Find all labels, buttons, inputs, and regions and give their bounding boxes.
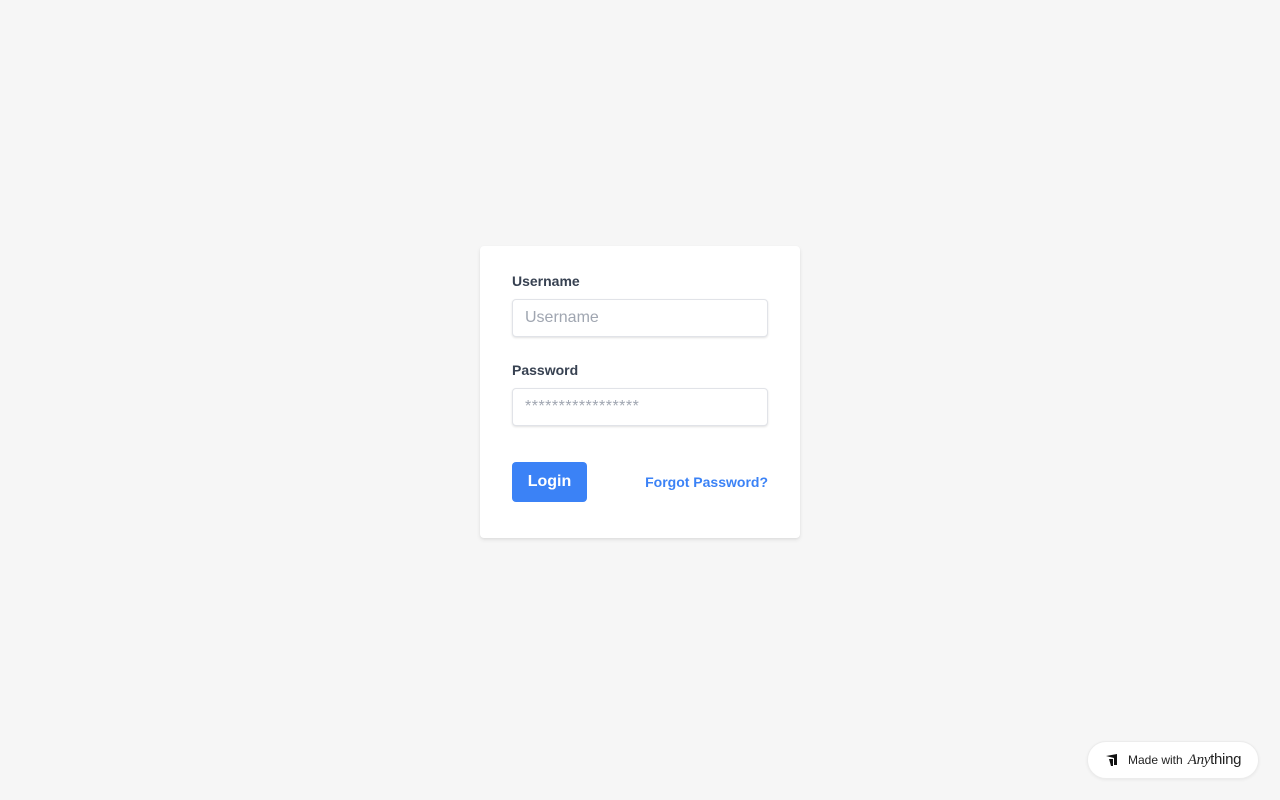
badge-prefix-text: Made with	[1128, 753, 1183, 767]
anything-logo-icon	[1105, 753, 1119, 767]
forgot-password-link[interactable]: Forgot Password?	[645, 474, 768, 490]
made-with-anything-badge[interactable]: Made with Anything	[1087, 741, 1259, 779]
username-label: Username	[512, 273, 580, 289]
badge-brand-rest: thing	[1210, 751, 1242, 768]
form-actions: Login Forgot Password?	[512, 462, 768, 502]
login-button[interactable]: Login	[512, 462, 587, 502]
password-label: Password	[512, 362, 579, 378]
password-input[interactable]	[512, 388, 768, 426]
badge-brand-italic: Any	[1187, 752, 1211, 768]
login-card: Username Password Login Forgot Password?	[480, 246, 800, 538]
username-input[interactable]	[512, 299, 768, 337]
badge-brand-text: Anything	[1187, 751, 1242, 768]
username-group: Username	[512, 271, 768, 337]
password-group: Password	[512, 360, 768, 426]
